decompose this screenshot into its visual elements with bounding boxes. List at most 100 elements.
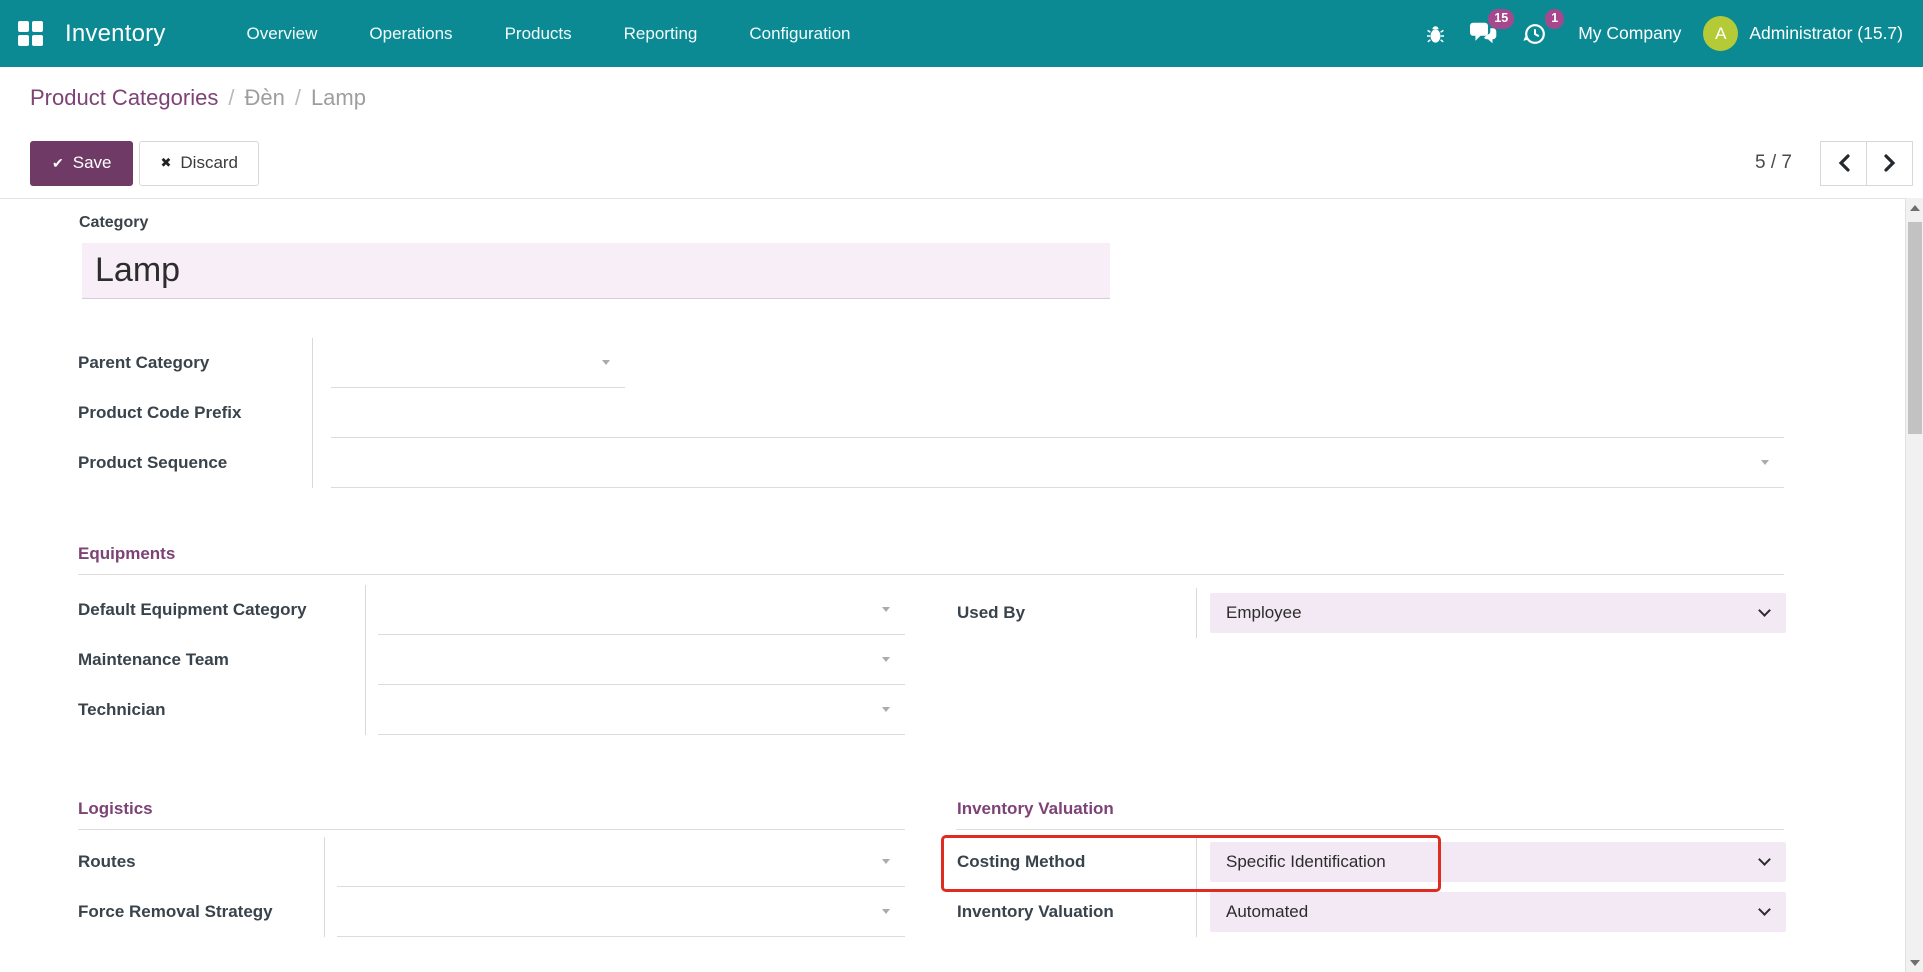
- costing-method-label: Costing Method: [957, 837, 1197, 887]
- product-sequence-row: Product Sequence: [78, 438, 1784, 488]
- general-fields-group: Parent Category Product Code Prefix Prod…: [78, 338, 1784, 488]
- pager: [1820, 141, 1913, 186]
- breadcrumb: Product Categories / Đèn / Lamp: [0, 67, 1923, 128]
- force-removal-strategy-row: Force Removal Strategy: [78, 887, 905, 937]
- breadcrumb-product-categories[interactable]: Product Categories: [30, 85, 218, 111]
- app-menu: Overview Operations Products Reporting C…: [221, 0, 877, 67]
- apps-grid-square: [18, 21, 29, 32]
- technician-row: Technician: [78, 685, 905, 735]
- default-equipment-category-row: Default Equipment Category: [78, 585, 905, 635]
- dropdown-caret-icon: [882, 909, 890, 914]
- maintenance-team-row: Maintenance Team: [78, 635, 905, 685]
- product-sequence-label: Product Sequence: [78, 438, 313, 488]
- odoo-window: Inventory Overview Operations Products R…: [0, 0, 1923, 972]
- activities-button[interactable]: 1: [1510, 0, 1560, 67]
- category-name-input[interactable]: Lamp: [82, 243, 1110, 299]
- top-navbar: Inventory Overview Operations Products R…: [0, 0, 1923, 67]
- breadcrumb-separator: /: [228, 85, 234, 111]
- routes-row: Routes: [78, 837, 905, 887]
- scroll-up-arrow-icon[interactable]: [1910, 205, 1920, 211]
- vertical-scrollbar[interactable]: [1905, 198, 1923, 972]
- save-button-label: Save: [73, 153, 112, 173]
- pager-counter: 5 / 7: [1755, 152, 1792, 174]
- routes-label: Routes: [78, 837, 325, 887]
- check-icon: ✔: [52, 155, 64, 172]
- costing-method-value: Specific Identification: [1226, 852, 1386, 872]
- dropdown-caret-icon: [882, 707, 890, 712]
- product-code-prefix-input[interactable]: [331, 388, 1784, 438]
- discard-button[interactable]: ✖ Discard: [139, 141, 259, 186]
- inventory-valuation-select[interactable]: Automated: [1210, 892, 1786, 932]
- costing-method-row: Costing Method Specific Identification: [957, 837, 1786, 887]
- default-equipment-category-input[interactable]: [378, 585, 905, 635]
- control-panel: ✔ Save ✖ Discard 5 / 7: [30, 128, 1913, 198]
- breadcrumb-parent[interactable]: Đèn: [244, 85, 284, 111]
- parent-category-row: Parent Category: [78, 338, 1784, 388]
- chevron-right-icon: [1884, 154, 1896, 172]
- chevron-down-icon: [1758, 903, 1771, 916]
- inventory-valuation-value: Automated: [1226, 902, 1308, 922]
- used-by-select[interactable]: Employee: [1210, 593, 1786, 633]
- dropdown-caret-icon: [882, 607, 890, 612]
- product-code-prefix-row: Product Code Prefix: [78, 388, 1784, 438]
- category-field-label: Category: [79, 214, 148, 232]
- apps-grid-square: [32, 21, 43, 32]
- messages-button[interactable]: 15: [1457, 0, 1510, 67]
- panel-divider: [0, 198, 1905, 199]
- equipments-right-group: Used By Employee: [957, 588, 1786, 638]
- logistics-group: Routes Force Removal Strategy: [78, 837, 905, 937]
- used-by-label: Used By: [957, 588, 1197, 638]
- debug-bug-icon[interactable]: [1414, 0, 1457, 67]
- maintenance-team-input[interactable]: [378, 635, 905, 685]
- bug-icon: [1427, 23, 1444, 44]
- inventory-valuation-section-title: Inventory Valuation: [957, 799, 1114, 819]
- technician-label: Technician: [78, 685, 366, 735]
- logistics-section-title: Logistics: [78, 799, 153, 819]
- apps-grid-square: [18, 35, 29, 46]
- user-menu[interactable]: A Administrator (15.7): [1703, 16, 1903, 51]
- company-switcher[interactable]: My Company: [1578, 23, 1681, 44]
- menu-overview[interactable]: Overview: [221, 0, 344, 67]
- dropdown-caret-icon: [882, 657, 890, 662]
- chevron-down-icon: [1758, 604, 1771, 617]
- menu-operations[interactable]: Operations: [343, 0, 478, 67]
- systray: 15 1 My Company A Administrator (15.7): [1414, 0, 1903, 67]
- dropdown-caret-icon: [1761, 460, 1769, 465]
- equipments-section-rule: [78, 574, 1784, 575]
- breadcrumb-separator: /: [295, 85, 301, 111]
- equipments-left-group: Default Equipment Category Maintenance T…: [78, 585, 905, 735]
- activity-clock-icon: [1523, 22, 1547, 46]
- apps-grid-square: [32, 35, 43, 46]
- used-by-row: Used By Employee: [957, 588, 1786, 638]
- chevron-down-icon: [1758, 853, 1771, 866]
- save-button[interactable]: ✔ Save: [30, 141, 133, 186]
- menu-products[interactable]: Products: [479, 0, 598, 67]
- dropdown-caret-icon: [602, 360, 610, 365]
- default-equipment-category-label: Default Equipment Category: [78, 585, 366, 635]
- pager-next-button[interactable]: [1866, 141, 1913, 186]
- apps-menu-icon[interactable]: [18, 21, 43, 46]
- parent-category-label: Parent Category: [78, 338, 313, 388]
- scrollbar-thumb[interactable]: [1908, 222, 1922, 434]
- x-icon: ✖: [160, 155, 171, 171]
- menu-reporting[interactable]: Reporting: [598, 0, 724, 67]
- activities-count-badge: 1: [1545, 9, 1564, 29]
- force-removal-strategy-input[interactable]: [337, 887, 905, 937]
- user-avatar: A: [1703, 16, 1738, 51]
- chevron-left-icon: [1838, 154, 1850, 172]
- equipments-section-title: Equipments: [78, 544, 175, 564]
- product-sequence-input[interactable]: [331, 438, 1784, 488]
- maintenance-team-label: Maintenance Team: [78, 635, 366, 685]
- used-by-value: Employee: [1226, 603, 1302, 623]
- app-name[interactable]: Inventory: [65, 20, 166, 48]
- costing-method-select[interactable]: Specific Identification: [1210, 842, 1786, 882]
- scroll-down-arrow-icon[interactable]: [1910, 960, 1920, 966]
- pager-previous-button[interactable]: [1820, 141, 1867, 186]
- breadcrumb-current: Lamp: [311, 85, 366, 111]
- menu-configuration[interactable]: Configuration: [723, 0, 876, 67]
- inventory-valuation-group: Costing Method Specific Identification I…: [957, 837, 1786, 937]
- technician-input[interactable]: [378, 685, 905, 735]
- routes-input[interactable]: [337, 837, 905, 887]
- inventory-valuation-row: Inventory Valuation Automated: [957, 887, 1786, 937]
- parent-category-input[interactable]: [331, 338, 625, 388]
